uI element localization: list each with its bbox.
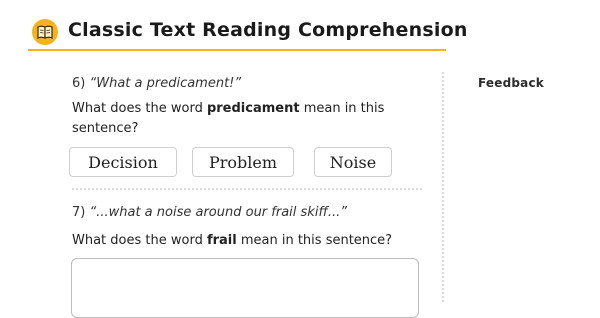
choice-problem-button[interactable]: Problem (192, 147, 294, 177)
question-7-prompt-text-end: mean in this sentence? (236, 233, 393, 248)
page-title: Classic Text Reading Comprehension (68, 19, 468, 41)
question-7-prompt: What does the word frail mean in this se… (72, 231, 432, 251)
question-7-number-line: 7) “...what a noise around our frail ski… (72, 205, 347, 220)
question-7-number: 7) (72, 205, 86, 220)
question-7: 7) “...what a noise around our frail ski… (72, 205, 347, 220)
book-icon (32, 19, 58, 45)
question-7-quote: “...what a noise around our frail skiff.… (89, 205, 347, 220)
feedback-divider (442, 72, 444, 302)
page-header: Classic Text Reading Comprehension (0, 0, 600, 52)
question-6-number-line: 6) “What a predicament!” (72, 76, 241, 91)
question-7-prompt-text: What does the word (72, 233, 207, 248)
question-7-answer-input[interactable] (71, 258, 419, 318)
feedback-label: Feedback (478, 76, 544, 90)
question-6-prompt: What does the word predicament mean in t… (72, 99, 402, 139)
title-underline (28, 49, 446, 51)
choice-decision-button[interactable]: Decision (69, 147, 177, 177)
question-6-prompt-text: What does the word (72, 101, 207, 116)
choice-noise-button[interactable]: Noise (314, 147, 392, 177)
question-6: 6) “What a predicament!” (72, 76, 241, 91)
question-6-keyword: predicament (206, 101, 300, 116)
question-6-number: 6) (72, 76, 86, 91)
question-6-quote: “What a predicament!” (89, 76, 242, 91)
question-divider (72, 188, 422, 190)
question-7-keyword: frail (206, 233, 237, 248)
